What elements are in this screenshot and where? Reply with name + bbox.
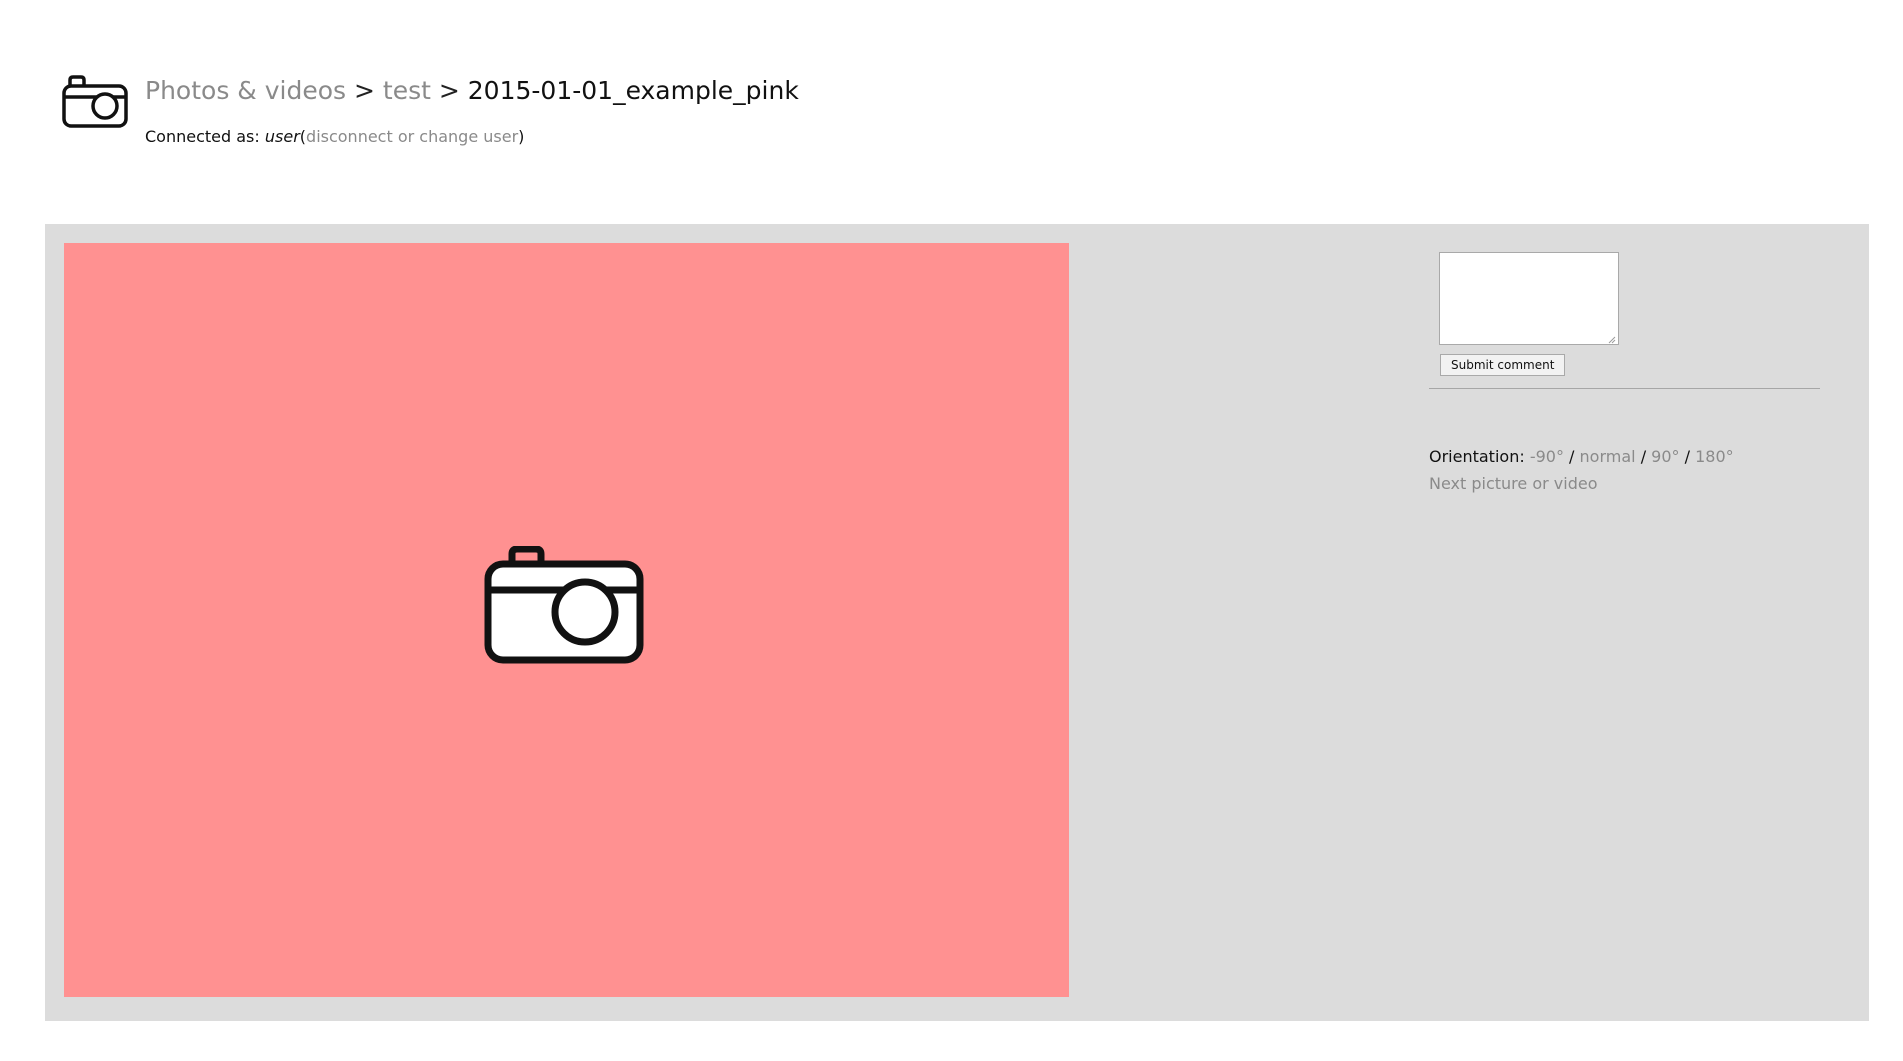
page-header: Photos & videos > test > 2015-01-01_exam… (62, 74, 962, 174)
breadcrumb-current: 2015-01-01_example_pink (467, 76, 799, 105)
username: user (264, 127, 300, 146)
disconnect-link[interactable]: disconnect or change user (306, 127, 518, 146)
orientation-controls: Orientation: -90° / normal / 90° / 180° (1429, 446, 1734, 468)
breadcrumb-link-photos-videos[interactable]: Photos & videos (145, 76, 346, 105)
orientation-normal-link[interactable]: normal (1580, 447, 1636, 466)
breadcrumb: Photos & videos > test > 2015-01-01_exam… (145, 74, 799, 108)
camera-icon (484, 546, 644, 664)
orientation-separator: / (1569, 447, 1575, 466)
breadcrumb-link-album[interactable]: test (383, 76, 431, 105)
connected-label: Connected as: (145, 127, 260, 146)
orientation-180-link[interactable]: 180° (1695, 447, 1734, 466)
orientation-90-link[interactable]: 90° (1651, 447, 1679, 466)
close-paren: ) (518, 127, 525, 146)
breadcrumb-separator: > (354, 76, 375, 105)
comment-input[interactable] (1439, 252, 1619, 345)
photo-panel: Submit comment Orientation: -90° / norma… (45, 224, 1869, 1021)
resize-grip-icon[interactable] (1607, 335, 1616, 344)
next-picture-link[interactable]: Next picture or video (1429, 473, 1597, 495)
camera-icon (62, 75, 128, 128)
orientation-label: Orientation: (1429, 447, 1525, 466)
photo-viewer[interactable] (64, 243, 1069, 997)
orientation-minus-90-link[interactable]: -90° (1530, 447, 1564, 466)
connected-status: Connected as: user(disconnect or change … (145, 126, 524, 148)
breadcrumb-separator: > (438, 76, 460, 105)
orientation-separator: / (1684, 447, 1691, 466)
submit-comment-button[interactable]: Submit comment (1440, 354, 1566, 376)
divider (1429, 388, 1820, 389)
orientation-separator: / (1640, 447, 1647, 466)
